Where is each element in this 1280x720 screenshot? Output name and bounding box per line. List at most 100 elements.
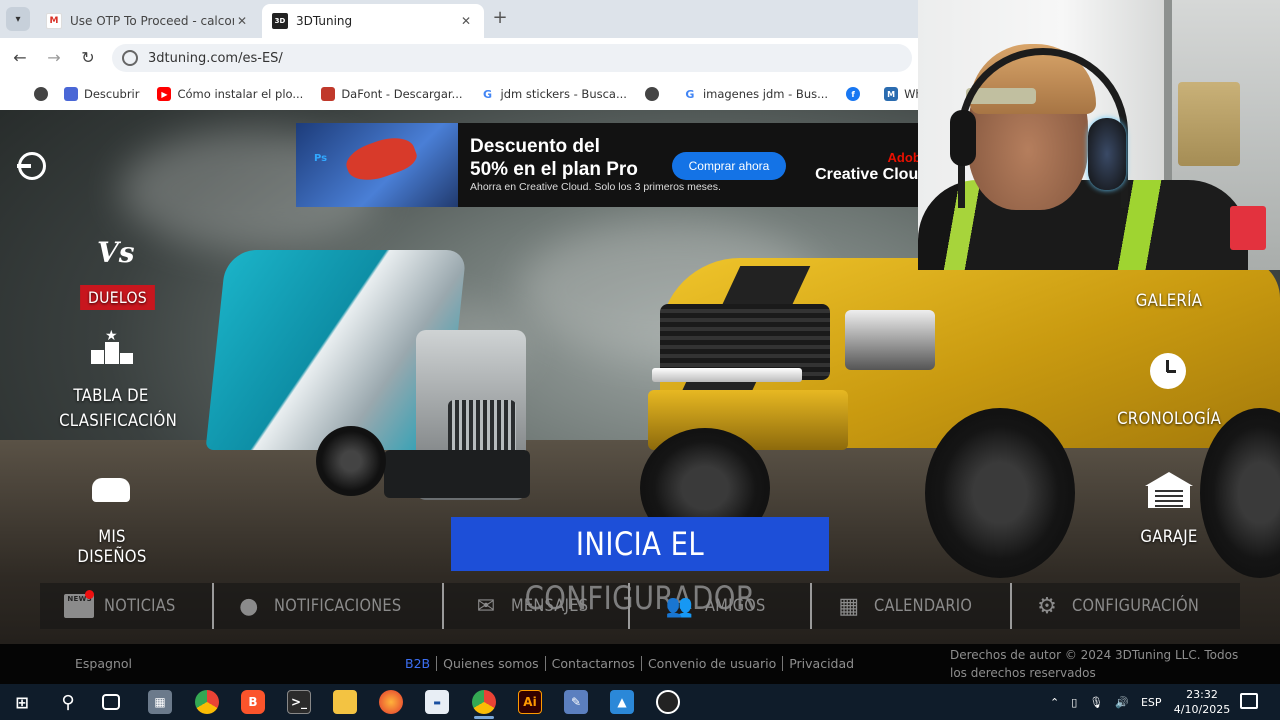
globe-icon: ●	[239, 593, 259, 619]
timeline-button[interactable]: CRONOLOGÍA	[1117, 409, 1221, 429]
google-icon: G	[682, 87, 697, 101]
tab-search-button[interactable]: ▾	[6, 7, 30, 31]
site-footer: Espagnol B2B Quienes somos Contactarnos …	[0, 644, 1280, 684]
bookmark-item[interactable]	[644, 87, 665, 101]
browser-tabstrip: ▾ M Use OTP To Proceed - calcomar ✕ 3D 3…	[0, 0, 918, 38]
firefox-icon[interactable]	[379, 690, 403, 714]
nav-calendar[interactable]: ▦ CALENDARIO	[812, 583, 1012, 629]
new-tab-button[interactable]: +	[490, 8, 510, 28]
bookmark-item[interactable]: f	[846, 87, 866, 101]
leaderboard-icon: ★	[91, 328, 133, 364]
illustrator-icon[interactable]: Ai	[518, 690, 542, 714]
close-icon[interactable]: ✕	[458, 14, 474, 28]
calendar-icon: ▦	[838, 593, 860, 619]
language-indicator[interactable]: ESP	[1141, 696, 1162, 709]
facebook-icon: f	[846, 87, 861, 101]
footer-link-about[interactable]: Quienes somos	[436, 656, 545, 671]
clock[interactable]: 23:32 4/10/2025	[1172, 687, 1232, 717]
speaker-icon[interactable]: 🔊	[1115, 696, 1129, 709]
obs-icon[interactable]	[656, 690, 680, 714]
screen: ▾ M Use OTP To Proceed - calcomar ✕ 3D 3…	[0, 0, 1280, 720]
bookmark-item[interactable]: M WhatTheFont! « M	[884, 87, 918, 101]
my-designs-button[interactable]: MIS DISEÑOS	[64, 527, 159, 567]
terminal-icon[interactable]: >_	[287, 690, 311, 714]
ad-buy-button[interactable]: Comprar ahora	[672, 152, 786, 180]
footer-link-b2b[interactable]: B2B	[405, 656, 436, 671]
bottom-nav: NEWS NOTICIAS ● NOTIFICACIONES ✉ MENSAJE…	[40, 583, 1240, 629]
car-icon	[92, 478, 130, 502]
app-blue-icon[interactable]: ▬	[425, 690, 449, 714]
brave-icon[interactable]: B	[241, 690, 265, 714]
start-configurator-button[interactable]: INICIA EL CONFIGURADOR	[451, 517, 829, 617]
logout-icon[interactable]	[17, 152, 46, 180]
bookmark-item[interactable]: Descubrir	[64, 87, 139, 101]
copyright-text: Derechos de autor © 2024 3DTuning LLC. T…	[950, 648, 1239, 680]
ad-headline: Descuento del 50% en el plan Pro	[470, 136, 638, 180]
file-explorer-icon[interactable]	[333, 690, 357, 714]
microphone-icon[interactable]: 🎙	[1089, 696, 1103, 709]
nav-notifications[interactable]: ● NOTIFICACIONES	[214, 583, 444, 629]
bookmark-label: Descubrir	[84, 87, 140, 101]
versus-icon: Vs	[97, 236, 135, 269]
chrome-icon[interactable]	[195, 690, 219, 714]
leaderboard-button[interactable]: TABLA DE CLASIFICACIÓN	[59, 384, 177, 434]
bookmark-item[interactable]: DaFont - Descargar...	[321, 87, 463, 101]
forward-button[interactable]: →	[44, 48, 64, 68]
3dtuning-icon: 3D	[272, 13, 288, 29]
bookmark-item[interactable]: Gjdm stickers - Busca...	[480, 87, 627, 101]
adobe-logo: Adobe Creative Cloud	[815, 150, 918, 183]
nav-news[interactable]: NEWS NOTICIAS	[40, 583, 214, 629]
apps-grid-icon[interactable]	[10, 87, 14, 101]
footer-link-terms[interactable]: Convenio de usuario	[640, 656, 782, 671]
search-icon[interactable]: ⚲	[56, 690, 80, 714]
usb-icon[interactable]: ▯	[1071, 696, 1077, 709]
chevron-up-icon[interactable]: ⌃	[1050, 696, 1059, 709]
nav-messages[interactable]: ✉ MENSAJES	[444, 583, 630, 629]
url-text: 3dtuning.com/es-ES/	[148, 50, 283, 66]
duels-button[interactable]: DUELOS	[80, 285, 155, 310]
garage-button[interactable]: GARAJE	[1135, 527, 1204, 547]
calculator-icon[interactable]: ▦	[148, 690, 172, 714]
close-icon[interactable]: ✕	[234, 14, 250, 28]
language-selector[interactable]: Espagnol	[75, 656, 132, 671]
chrome-profile-icon[interactable]	[472, 690, 496, 714]
footer-link-privacy[interactable]: Privacidad	[782, 656, 860, 671]
gallery-button[interactable]: GALERÍA	[1135, 291, 1204, 311]
notification-center-icon[interactable]	[1240, 693, 1258, 709]
windows-taskbar: ⊞ ⚲ ▦ B >_ ▬ Ai ✎ ▲ ⌃ ▯ 🎙 🔊 ESP 23:32 4/…	[0, 684, 1280, 720]
nav-label: AMIGOS	[704, 596, 766, 616]
task-view-icon[interactable]	[102, 694, 120, 710]
globe-icon	[644, 87, 659, 101]
clock-time: 23:32	[1186, 688, 1218, 701]
myfonts-icon: M	[884, 87, 899, 101]
system-tray: ⌃ ▯ 🎙 🔊 ESP	[1050, 684, 1174, 720]
ad-subtitle: Ahorra en Creative Cloud. Solo los 3 pri…	[470, 181, 721, 193]
globe-icon	[34, 87, 48, 101]
tab-gmail[interactable]: M Use OTP To Proceed - calcomar ✕	[36, 4, 260, 38]
garage-icon	[1145, 472, 1193, 508]
reload-button[interactable]: ↻	[78, 48, 98, 68]
ad-image: Ps	[296, 123, 458, 207]
envelope-icon: ✉	[476, 593, 496, 619]
address-bar[interactable]: 3dtuning.com/es-ES/	[112, 44, 912, 72]
back-button[interactable]: ←	[10, 48, 30, 68]
bookmark-item[interactable]: Gimagenes jdm - Bus...	[682, 87, 829, 101]
footer-link-contact[interactable]: Contactarnos	[544, 656, 641, 671]
bookmarks-bar: Descubrir ▶ Cómo instalar el plo... DaFon…	[0, 78, 918, 110]
site-info-icon[interactable]	[122, 50, 138, 66]
photos-icon[interactable]: ▲	[610, 690, 634, 714]
gmail-icon: M	[46, 13, 62, 29]
webcam-overlay	[918, 0, 1280, 270]
nav-friends[interactable]: 👥 AMIGOS	[630, 583, 812, 629]
google-icon: G	[480, 87, 495, 101]
ad-banner[interactable]: Ps Descuento del 50% en el plan Pro Ahor…	[296, 123, 918, 207]
app-editor-icon[interactable]: ✎	[564, 690, 588, 714]
bookmark-label: imagenes jdm - Bus...	[702, 87, 829, 101]
bookmark-item[interactable]: ▶ Cómo instalar el plo...	[157, 87, 303, 101]
bookmark-item[interactable]	[34, 87, 54, 101]
browser-toolbar: ← → ↻ 3dtuning.com/es-ES/	[0, 38, 918, 78]
tab-3dtuning[interactable]: 3D 3DTuning ✕	[262, 4, 484, 38]
nav-settings[interactable]: ⚙ CONFIGURACIÓN	[1012, 583, 1240, 629]
bookmark-label: jdm stickers - Busca...	[500, 87, 627, 101]
windows-start-icon[interactable]: ⊞	[10, 690, 34, 714]
